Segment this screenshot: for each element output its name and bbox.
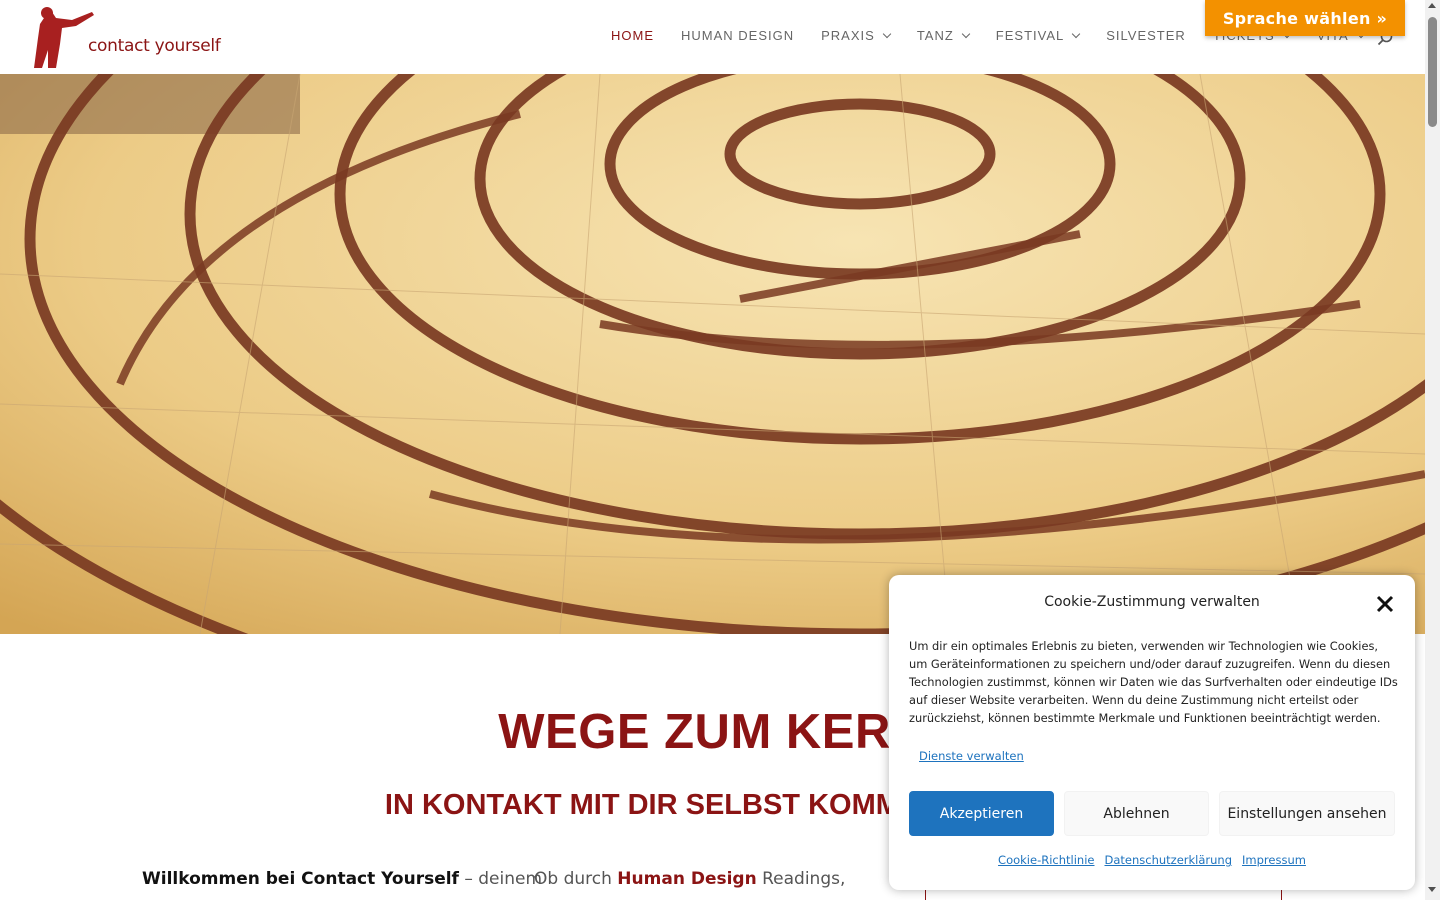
intro-text-col2: Ob durch Human Design Readings, [534,869,845,889]
imprint-link[interactable]: Impressum [1242,853,1306,867]
col2-pre: Ob durch [534,869,618,889]
view-settings-button[interactable]: Einstellungen ansehen [1219,791,1395,836]
human-design-link[interactable]: Human Design [617,869,756,889]
cookie-policy-link[interactable]: Cookie-Richtlinie [998,853,1094,867]
nav-item-tanz[interactable]: TANZ [916,28,971,43]
nav-item-label: HOME [611,28,654,43]
chevron-down-icon [1072,29,1081,38]
cookie-message: Um dir ein optimales Erlebnis zu bieten,… [909,639,1398,725]
deny-button[interactable]: Ablehnen [1064,791,1209,836]
nav-item-label: FESTIVAL [995,28,1065,43]
scroll-down-arrow-icon[interactable] [1428,887,1436,892]
intro-rest: – deinem [458,869,543,889]
cookie-consent-dialog: Cookie-Zustimmung verwalten Um dir ein o… [889,575,1415,890]
logo[interactable]: contact yourself [34,6,221,68]
nav-item-home[interactable]: HOME [611,28,654,43]
accept-button[interactable]: Akzeptieren [909,791,1054,836]
nav-item-label: HUMAN DESIGN [681,28,795,43]
cookie-footer-links: Cookie-Richtlinie Datenschutzerklärung I… [889,853,1415,867]
logo-text: contact yourself [88,36,221,56]
nav-item-label: PRAXIS [821,28,875,43]
nav-item-label: TANZ [916,28,954,43]
site-header: contact yourself HOME HUMAN DESIGN PRAXI… [0,0,1425,74]
nav-item-silvester[interactable]: SILVESTER [1106,28,1186,43]
language-select-button[interactable]: Sprache wählen » [1205,0,1405,36]
chevron-down-icon [882,29,892,38]
nav-item-human-design[interactable]: HUMAN DESIGN [681,28,794,43]
nav-item-label: SILVESTER [1106,28,1186,43]
privacy-policy-link[interactable]: Datenschutzerklärung [1104,853,1232,867]
intro-text-col1: Willkommen bei Contact Yourself – deinem [142,869,542,889]
close-icon[interactable] [1375,594,1395,614]
cookie-title: Cookie-Zustimmung verwalten [1044,594,1260,610]
manage-services-link[interactable]: Dienste verwalten [919,749,1024,763]
labyrinth-image [0,74,1425,634]
col2-post: Readings, [756,869,846,889]
hero-image [0,74,1425,634]
page-scrollbar[interactable] [1425,0,1440,900]
scroll-up-arrow-icon[interactable] [1428,3,1436,8]
intro-bold: Willkommen bei Contact Yourself [142,869,459,889]
scroll-thumb[interactable] [1428,17,1437,127]
nav-item-praxis[interactable]: PRAXIS [821,28,892,43]
nav-item-festival[interactable]: FESTIVAL [995,28,1081,43]
logo-figure-icon [34,7,94,68]
chevron-down-icon [961,29,971,38]
